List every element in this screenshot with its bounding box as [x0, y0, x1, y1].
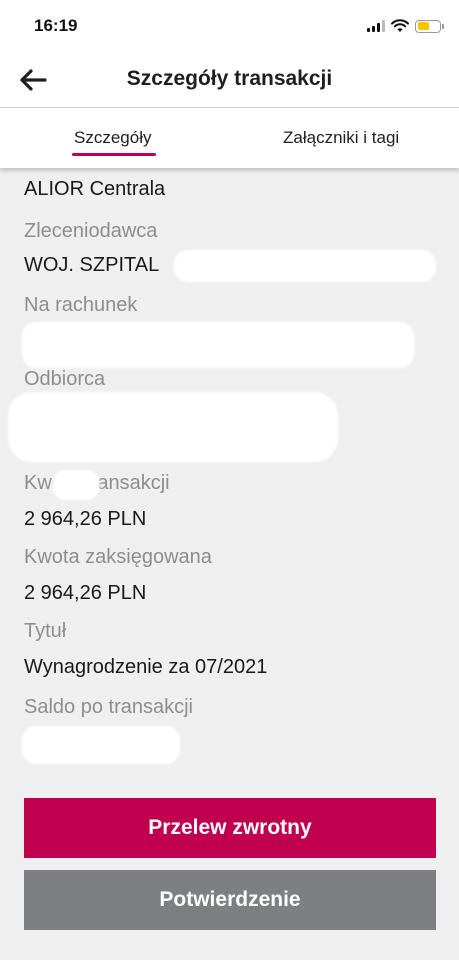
tab-bar: Szczegóły Załączniki i tagi: [0, 108, 459, 168]
recipient-label: Odbiorca: [24, 368, 106, 390]
redaction-orderer: [174, 250, 436, 282]
amount-value: 2 964,26 PLN: [24, 508, 147, 530]
redaction-balance: [22, 726, 180, 764]
status-icons: [367, 18, 444, 34]
booked-label: Kwota zaksięgowana: [24, 546, 212, 568]
redaction-account: [22, 322, 414, 368]
active-tab-indicator: [72, 153, 156, 156]
tab-attachments-tags[interactable]: Załączniki i tagi: [283, 128, 399, 148]
status-bar: 16:19: [0, 0, 459, 52]
status-time: 16:19: [34, 16, 78, 35]
orderer-label: Zleceniodawca: [24, 220, 158, 242]
signal-icon: [367, 20, 385, 32]
title-label: Tytuł: [24, 620, 67, 642]
battery-icon: [415, 19, 444, 33]
account-label: Na rachunek: [24, 294, 138, 316]
wifi-icon: [391, 19, 409, 32]
title-value: Wynagrodzenie za 07/2021: [24, 656, 268, 678]
nav-bar: Szczegóły transakcji: [0, 52, 459, 108]
redaction-recipient: [8, 392, 338, 462]
redaction-amount-label: [52, 470, 100, 500]
tab-details[interactable]: Szczegóły: [74, 128, 151, 148]
bank-name: ALIOR Centrala: [24, 178, 166, 200]
confirmation-button[interactable]: Potwierdzenie: [24, 870, 436, 930]
orderer-value: WOJ. SZPITAL: [24, 254, 160, 276]
booked-value: 2 964,26 PLN: [24, 582, 147, 604]
return-transfer-button[interactable]: Przelew zwrotny: [24, 798, 436, 858]
balance-label: Saldo po transakcji: [24, 696, 193, 718]
page-title: Szczegóły transakcji: [126, 67, 333, 90]
